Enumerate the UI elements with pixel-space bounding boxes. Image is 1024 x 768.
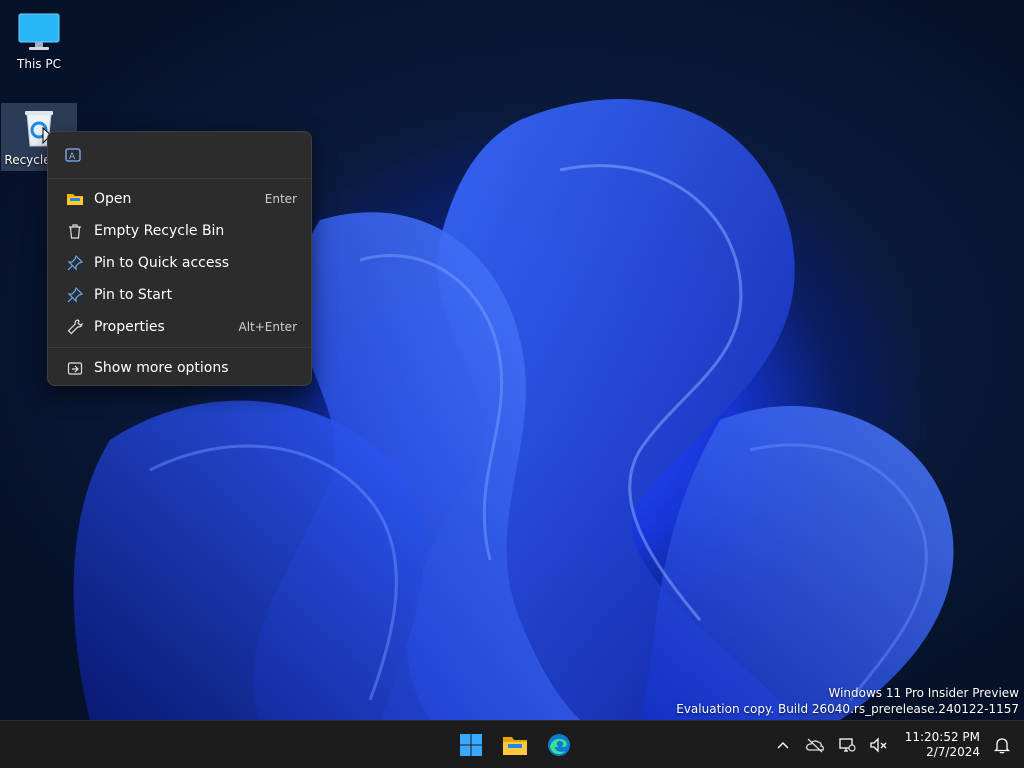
menu-item-label: Empty Recycle Bin	[94, 223, 225, 239]
pin-icon	[66, 254, 84, 272]
chevron-up-icon	[777, 742, 789, 749]
folder-icon	[66, 190, 84, 208]
windows-logo-icon	[460, 734, 482, 756]
menu-separator	[48, 347, 311, 348]
speaker-muted-icon	[870, 737, 887, 753]
menu-item-properties[interactable]: Properties Alt+Enter	[52, 311, 307, 343]
system-tray: 11:20:52 PM 2/7/2024	[767, 721, 1024, 768]
menu-item-label: Open	[94, 191, 132, 207]
watermark-line-2: Evaluation copy. Build 26040.rs_prerelea…	[676, 702, 1019, 716]
taskbar-clock[interactable]: 11:20:52 PM 2/7/2024	[895, 730, 986, 760]
menu-item-shortcut: Alt+Enter	[238, 320, 297, 334]
more-options-icon	[66, 359, 84, 377]
wrench-icon	[66, 318, 84, 336]
edge-browser-button[interactable]	[540, 727, 578, 763]
evaluation-watermark: Windows 11 Pro Insider Preview Evaluatio…	[676, 685, 1019, 717]
svg-text:A: A	[69, 152, 76, 162]
menu-item-empty-recycle-bin[interactable]: Empty Recycle Bin	[52, 215, 307, 247]
menu-item-label: Properties	[94, 319, 165, 335]
bell-icon	[994, 738, 1010, 754]
menu-item-pin-quick-access[interactable]: Pin to Quick access	[52, 247, 307, 279]
clock-date: 2/7/2024	[926, 745, 980, 759]
show-hidden-icons-button[interactable]	[767, 725, 799, 765]
context-menu: A Open Enter Empty Recycle Bin Pin to Qu…	[47, 131, 312, 386]
menu-item-label: Pin to Start	[94, 287, 173, 303]
taskbar: 11:20:52 PM 2/7/2024	[0, 720, 1024, 768]
network-disconnected-icon	[839, 738, 856, 752]
menu-item-pin-to-start[interactable]: Pin to Start	[52, 279, 307, 311]
edge-icon	[548, 734, 570, 756]
file-explorer-button[interactable]	[496, 727, 534, 763]
desktop-icon-label: This PC	[17, 57, 61, 71]
menu-item-shortcut: Enter	[264, 192, 297, 206]
menu-item-show-more-options[interactable]: Show more options	[52, 352, 307, 384]
notifications-button[interactable]	[986, 725, 1018, 765]
context-menu-quick-actions: A	[48, 132, 311, 179]
monitor-icon	[17, 10, 61, 54]
taskbar-apps	[452, 727, 578, 763]
clock-time: 11:20:52 PM	[904, 730, 980, 744]
cloud-offline-icon	[805, 738, 824, 753]
folder-icon	[503, 737, 527, 755]
trash-icon	[66, 222, 84, 240]
menu-item-label: Show more options	[94, 360, 229, 376]
volume-button[interactable]	[863, 725, 895, 765]
menu-item-open[interactable]: Open Enter	[52, 183, 307, 215]
onedrive-button[interactable]	[799, 725, 831, 765]
pin-icon	[66, 286, 84, 304]
start-button[interactable]	[452, 727, 490, 763]
menu-item-label: Pin to Quick access	[94, 255, 230, 271]
ai-rewrite-icon[interactable]: A	[62, 144, 84, 166]
desktop-icon-this-pc[interactable]: This PC	[1, 8, 77, 74]
watermark-line-1: Windows 11 Pro Insider Preview	[828, 686, 1019, 700]
network-button[interactable]	[831, 725, 863, 765]
